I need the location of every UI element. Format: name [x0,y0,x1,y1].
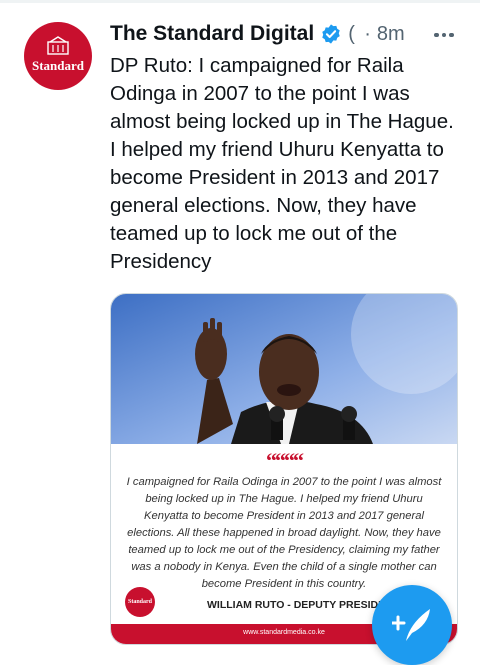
more-dot [441,32,447,38]
compose-tweet-button[interactable] [372,585,452,665]
verified-badge-icon [322,24,340,44]
more-options-icon[interactable] [430,24,458,46]
more-dot [449,32,454,38]
quote-text: I campaigned for Raila Odinga in 2007 to… [126,476,442,590]
handle[interactable]: ( [348,23,360,46]
display-name[interactable]: The Standard Digital [110,22,314,46]
avatar-brand-text: Standard [31,58,85,73]
crest-icon [47,36,69,55]
timestamp[interactable]: 8m [377,23,405,46]
compose-tweet-icon [392,609,430,641]
quote-attribution: WILLIAM RUTO - DEPUTY PRESIDENT [207,599,400,611]
top-divider [0,0,480,3]
quote-mark: ““““ [266,448,304,473]
ruto-photo [111,294,457,444]
tweet-header: The Standard Digital ( · 8m [110,20,410,48]
separator-dot: · [364,22,371,45]
more-dot [434,32,439,38]
tweet-text: DP Ruto: I campaigned for Raila Odinga i… [110,54,454,273]
avatar[interactable]: Standard [24,22,92,90]
standard-logo: Standard [125,587,155,617]
